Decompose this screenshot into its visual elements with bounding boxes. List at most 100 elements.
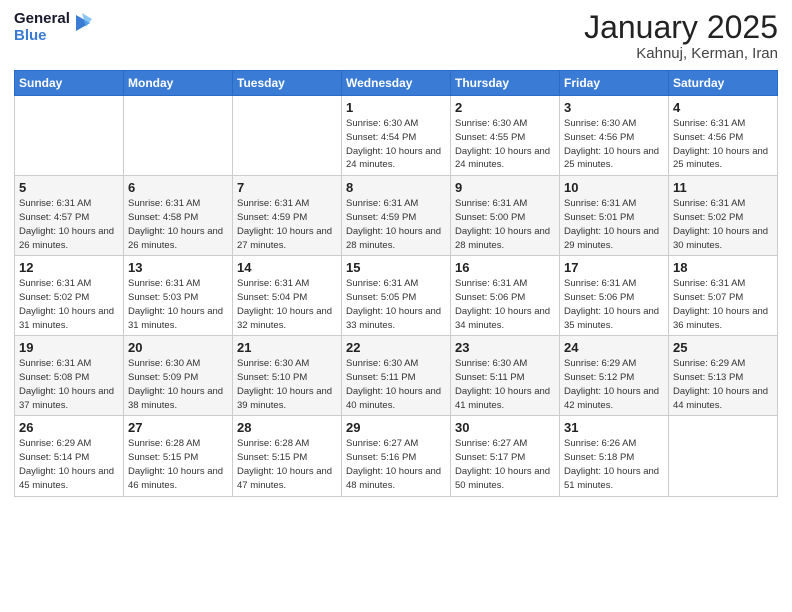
table-row: 16 Sunrise: 6:31 AMSunset: 5:06 PMDaylig… (451, 256, 560, 336)
table-row (124, 96, 233, 176)
table-row: 7 Sunrise: 6:31 AMSunset: 4:59 PMDayligh… (233, 176, 342, 256)
day-info: Sunrise: 6:28 AMSunset: 5:15 PMDaylight:… (237, 437, 337, 492)
table-row (15, 96, 124, 176)
table-row: 18 Sunrise: 6:31 AMSunset: 5:07 PMDaylig… (669, 256, 778, 336)
table-row: 17 Sunrise: 6:31 AMSunset: 5:06 PMDaylig… (560, 256, 669, 336)
table-row: 22 Sunrise: 6:30 AMSunset: 5:11 PMDaylig… (342, 336, 451, 416)
title-area: January 2025 Kahnuj, Kerman, Iran (584, 10, 778, 62)
day-info: Sunrise: 6:30 AMSunset: 5:11 PMDaylight:… (455, 357, 555, 412)
table-row: 2 Sunrise: 6:30 AMSunset: 4:55 PMDayligh… (451, 96, 560, 176)
table-row: 14 Sunrise: 6:31 AMSunset: 5:04 PMDaylig… (233, 256, 342, 336)
table-row: 12 Sunrise: 6:31 AMSunset: 5:02 PMDaylig… (15, 256, 124, 336)
day-info: Sunrise: 6:31 AMSunset: 5:02 PMDaylight:… (19, 277, 119, 332)
table-row (233, 96, 342, 176)
day-info: Sunrise: 6:30 AMSunset: 5:09 PMDaylight:… (128, 357, 228, 412)
table-row: 26 Sunrise: 6:29 AMSunset: 5:14 PMDaylig… (15, 416, 124, 496)
day-info: Sunrise: 6:31 AMSunset: 4:58 PMDaylight:… (128, 197, 228, 252)
header: General Blue January 2025 Kahnuj, Kerman… (14, 10, 778, 62)
day-number: 7 (237, 180, 337, 195)
day-info: Sunrise: 6:30 AMSunset: 5:10 PMDaylight:… (237, 357, 337, 412)
day-number: 13 (128, 260, 228, 275)
calendar-page: General Blue January 2025 Kahnuj, Kerman… (0, 0, 792, 612)
day-number: 28 (237, 420, 337, 435)
day-info: Sunrise: 6:31 AMSunset: 4:56 PMDaylight:… (673, 117, 773, 172)
header-row: Sunday Monday Tuesday Wednesday Thursday… (15, 71, 778, 96)
table-row: 9 Sunrise: 6:31 AMSunset: 5:00 PMDayligh… (451, 176, 560, 256)
table-row: 27 Sunrise: 6:28 AMSunset: 5:15 PMDaylig… (124, 416, 233, 496)
col-tuesday: Tuesday (233, 71, 342, 96)
day-number: 26 (19, 420, 119, 435)
day-info: Sunrise: 6:31 AMSunset: 5:03 PMDaylight:… (128, 277, 228, 332)
day-number: 20 (128, 340, 228, 355)
day-info: Sunrise: 6:28 AMSunset: 5:15 PMDaylight:… (128, 437, 228, 492)
day-number: 18 (673, 260, 773, 275)
day-info: Sunrise: 6:31 AMSunset: 4:59 PMDaylight:… (237, 197, 337, 252)
day-number: 14 (237, 260, 337, 275)
day-number: 2 (455, 100, 555, 115)
day-number: 11 (673, 180, 773, 195)
calendar-week-row: 26 Sunrise: 6:29 AMSunset: 5:14 PMDaylig… (15, 416, 778, 496)
day-info: Sunrise: 6:31 AMSunset: 5:02 PMDaylight:… (673, 197, 773, 252)
table-row: 11 Sunrise: 6:31 AMSunset: 5:02 PMDaylig… (669, 176, 778, 256)
table-row: 4 Sunrise: 6:31 AMSunset: 4:56 PMDayligh… (669, 96, 778, 176)
col-thursday: Thursday (451, 71, 560, 96)
table-row: 30 Sunrise: 6:27 AMSunset: 5:17 PMDaylig… (451, 416, 560, 496)
day-info: Sunrise: 6:31 AMSunset: 5:08 PMDaylight:… (19, 357, 119, 412)
table-row: 19 Sunrise: 6:31 AMSunset: 5:08 PMDaylig… (15, 336, 124, 416)
day-info: Sunrise: 6:31 AMSunset: 5:05 PMDaylight:… (346, 277, 446, 332)
day-number: 17 (564, 260, 664, 275)
day-info: Sunrise: 6:27 AMSunset: 5:17 PMDaylight:… (455, 437, 555, 492)
table-row: 28 Sunrise: 6:28 AMSunset: 5:15 PMDaylig… (233, 416, 342, 496)
col-sunday: Sunday (15, 71, 124, 96)
day-info: Sunrise: 6:31 AMSunset: 4:59 PMDaylight:… (346, 197, 446, 252)
table-row: 1 Sunrise: 6:30 AMSunset: 4:54 PMDayligh… (342, 96, 451, 176)
calendar-week-row: 12 Sunrise: 6:31 AMSunset: 5:02 PMDaylig… (15, 256, 778, 336)
day-number: 21 (237, 340, 337, 355)
day-number: 9 (455, 180, 555, 195)
day-number: 12 (19, 260, 119, 275)
table-row: 24 Sunrise: 6:29 AMSunset: 5:12 PMDaylig… (560, 336, 669, 416)
table-row: 21 Sunrise: 6:30 AMSunset: 5:10 PMDaylig… (233, 336, 342, 416)
day-info: Sunrise: 6:30 AMSunset: 4:54 PMDaylight:… (346, 117, 446, 172)
day-number: 25 (673, 340, 773, 355)
day-number: 6 (128, 180, 228, 195)
table-row: 13 Sunrise: 6:31 AMSunset: 5:03 PMDaylig… (124, 256, 233, 336)
table-row: 31 Sunrise: 6:26 AMSunset: 5:18 PMDaylig… (560, 416, 669, 496)
table-row: 15 Sunrise: 6:31 AMSunset: 5:05 PMDaylig… (342, 256, 451, 336)
day-number: 23 (455, 340, 555, 355)
col-saturday: Saturday (669, 71, 778, 96)
month-title: January 2025 (584, 10, 778, 45)
day-info: Sunrise: 6:31 AMSunset: 5:07 PMDaylight:… (673, 277, 773, 332)
day-info: Sunrise: 6:31 AMSunset: 5:06 PMDaylight:… (455, 277, 555, 332)
day-info: Sunrise: 6:29 AMSunset: 5:13 PMDaylight:… (673, 357, 773, 412)
day-number: 19 (19, 340, 119, 355)
calendar-week-row: 5 Sunrise: 6:31 AMSunset: 4:57 PMDayligh… (15, 176, 778, 256)
day-info: Sunrise: 6:29 AMSunset: 5:14 PMDaylight:… (19, 437, 119, 492)
table-row: 20 Sunrise: 6:30 AMSunset: 5:09 PMDaylig… (124, 336, 233, 416)
day-info: Sunrise: 6:31 AMSunset: 4:57 PMDaylight:… (19, 197, 119, 252)
day-info: Sunrise: 6:31 AMSunset: 5:04 PMDaylight:… (237, 277, 337, 332)
table-row: 25 Sunrise: 6:29 AMSunset: 5:13 PMDaylig… (669, 336, 778, 416)
table-row: 23 Sunrise: 6:30 AMSunset: 5:11 PMDaylig… (451, 336, 560, 416)
day-number: 22 (346, 340, 446, 355)
day-info: Sunrise: 6:30 AMSunset: 5:11 PMDaylight:… (346, 357, 446, 412)
day-number: 8 (346, 180, 446, 195)
table-row: 6 Sunrise: 6:31 AMSunset: 4:58 PMDayligh… (124, 176, 233, 256)
table-row: 8 Sunrise: 6:31 AMSunset: 4:59 PMDayligh… (342, 176, 451, 256)
logo: General Blue (14, 10, 94, 45)
day-info: Sunrise: 6:31 AMSunset: 5:01 PMDaylight:… (564, 197, 664, 252)
day-info: Sunrise: 6:31 AMSunset: 5:06 PMDaylight:… (564, 277, 664, 332)
day-info: Sunrise: 6:30 AMSunset: 4:55 PMDaylight:… (455, 117, 555, 172)
day-info: Sunrise: 6:27 AMSunset: 5:16 PMDaylight:… (346, 437, 446, 492)
day-number: 4 (673, 100, 773, 115)
table-row (669, 416, 778, 496)
day-number: 30 (455, 420, 555, 435)
calendar-week-row: 1 Sunrise: 6:30 AMSunset: 4:54 PMDayligh… (15, 96, 778, 176)
col-friday: Friday (560, 71, 669, 96)
calendar-table: Sunday Monday Tuesday Wednesday Thursday… (14, 70, 778, 496)
day-number: 3 (564, 100, 664, 115)
table-row: 10 Sunrise: 6:31 AMSunset: 5:01 PMDaylig… (560, 176, 669, 256)
day-info: Sunrise: 6:30 AMSunset: 4:56 PMDaylight:… (564, 117, 664, 172)
day-number: 27 (128, 420, 228, 435)
day-number: 15 (346, 260, 446, 275)
